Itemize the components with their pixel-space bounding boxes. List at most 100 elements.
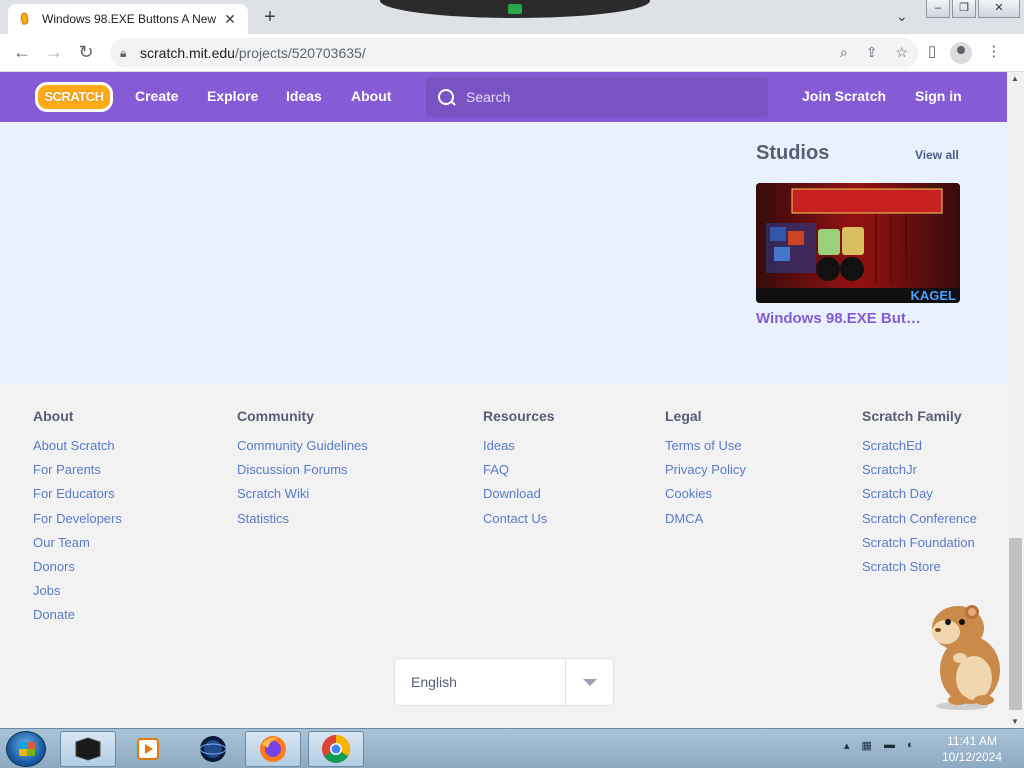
media-player-icon xyxy=(137,738,159,760)
notch-indicator-icon xyxy=(508,4,522,14)
scratch-favicon-icon xyxy=(18,12,32,26)
footer-link[interactable]: ScratchJr xyxy=(862,462,977,486)
browser-tab-bar: Windows 98.EXE Buttons A New ✕ + ⌄ – ❐ ✕ xyxy=(0,0,1024,34)
join-scratch-link[interactable]: Join Scratch xyxy=(802,88,886,104)
taskbar-app-media[interactable] xyxy=(120,731,176,767)
studios-heading: Studios xyxy=(756,142,830,164)
thumbnail-caption: KAGEL xyxy=(911,288,957,303)
footer-link[interactable]: Scratch Store xyxy=(862,559,977,583)
footer-link[interactable]: About Scratch xyxy=(33,438,122,462)
chevron-down-icon xyxy=(565,659,613,705)
footer-link[interactable]: Scratch Foundation xyxy=(862,535,977,559)
profile-avatar-icon[interactable] xyxy=(950,42,973,64)
window-controls: – ❐ ✕ xyxy=(926,0,1020,18)
side-panel-icon[interactable]: ▯ xyxy=(928,42,936,64)
maximize-button[interactable]: ❐ xyxy=(952,0,976,18)
tray-expand-icon[interactable]: ▴ xyxy=(844,739,850,752)
footer-link[interactable]: Donors xyxy=(33,559,122,583)
scrollbar-thumb[interactable] xyxy=(1009,538,1022,710)
footer-link[interactable]: Community Guidelines xyxy=(237,438,368,462)
footer-link[interactable]: Ideas xyxy=(483,438,555,462)
footer-link[interactable]: DMCA xyxy=(665,511,746,535)
url-path: /projects/520703635/ xyxy=(234,45,366,61)
browser-toolbar: ← → ↻ 🔒︎ scratch.mit.edu/projects/520703… xyxy=(0,34,1024,72)
scroll-down-icon[interactable]: ▼ xyxy=(1011,717,1019,726)
window-close-button[interactable]: ✕ xyxy=(978,0,1020,18)
footer-link[interactable]: ScratchEd xyxy=(862,438,977,462)
tab-close-icon[interactable]: ✕ xyxy=(222,11,238,28)
lock-icon: 🔒︎ xyxy=(120,45,127,60)
display-icon[interactable]: ▬ xyxy=(884,739,895,752)
hamster-mascot-image xyxy=(918,598,1010,710)
minimize-button[interactable]: – xyxy=(926,0,950,18)
nav-create[interactable]: Create xyxy=(135,88,179,104)
footer-link[interactable]: Contact Us xyxy=(483,511,555,535)
clock-date: 10/12/2024 xyxy=(942,750,1003,764)
language-value: English xyxy=(411,674,457,690)
windows-taskbar: ▴ ▦ ▬ ◐ 11:41 AM 10/12/2024 xyxy=(0,728,1024,768)
search-icon xyxy=(438,89,454,105)
site-footer: About About Scratch For Parents For Educ… xyxy=(0,384,1007,728)
footer-link[interactable]: Discussion Forums xyxy=(237,462,368,486)
address-bar[interactable]: 🔒︎ scratch.mit.edu/projects/520703635/ ⌕… xyxy=(110,38,918,68)
scratch-logo[interactable]: SCRATCH xyxy=(35,82,113,112)
volume-icon[interactable]: ◐ xyxy=(907,739,914,752)
footer-link[interactable]: Scratch Conference xyxy=(862,511,977,535)
scroll-up-icon[interactable]: ▲ xyxy=(1011,74,1019,83)
menu-kebab-icon[interactable]: ⋮ xyxy=(986,42,1001,64)
camera-notch xyxy=(380,0,650,18)
bookmark-star-icon[interactable]: ☆ xyxy=(895,44,908,61)
globe-icon xyxy=(199,736,227,762)
terminal-icon xyxy=(75,737,101,761)
footer-link[interactable]: Donate xyxy=(33,607,122,631)
footer-link[interactable]: Scratch Day xyxy=(862,486,977,510)
back-arrow-icon[interactable]: ← xyxy=(6,42,38,63)
project-page-content: Studios View all KAGEL Windows 98.EXE Bu… xyxy=(0,122,1007,384)
view-all-link[interactable]: View all xyxy=(915,148,959,162)
footer-link[interactable]: For Educators xyxy=(33,486,122,510)
taskbar-app-firefox[interactable] xyxy=(245,731,301,767)
nav-explore[interactable]: Explore xyxy=(207,88,258,104)
network-icon[interactable]: ▦ xyxy=(862,739,872,752)
forward-arrow-icon[interactable]: → xyxy=(38,42,70,63)
system-tray: ▴ ▦ ▬ ◐ xyxy=(844,739,914,752)
footer-heading: About xyxy=(33,408,74,424)
tab-search-chevron-icon[interactable]: ⌄ xyxy=(896,8,908,25)
footer-link[interactable]: Scratch Wiki xyxy=(237,486,368,510)
footer-link[interactable]: For Developers xyxy=(33,511,122,535)
omnibox-actions: ⌕ ⇪ ☆ xyxy=(840,44,908,61)
nav-ideas[interactable]: Ideas xyxy=(286,88,322,104)
footer-link[interactable]: Terms of Use xyxy=(665,438,746,462)
footer-link[interactable]: Download xyxy=(483,486,555,510)
language-select[interactable]: English xyxy=(394,658,614,706)
footer-column-scratch-family: Scratch Family ScratchEd ScratchJr Scrat… xyxy=(862,408,977,583)
footer-link[interactable]: FAQ xyxy=(483,462,555,486)
taskbar-app-globe[interactable] xyxy=(185,731,241,767)
footer-link[interactable]: Our Team xyxy=(33,535,122,559)
footer-link[interactable]: Statistics xyxy=(237,511,368,535)
studio-card-title[interactable]: Windows 98.EXE But… xyxy=(756,310,921,327)
footer-link[interactable]: Jobs xyxy=(33,583,122,607)
taskbar-clock[interactable]: 11:41 AM 10/12/2024 xyxy=(942,733,1002,765)
new-tab-button[interactable]: + xyxy=(258,6,282,30)
zoom-search-icon[interactable]: ⌕ xyxy=(840,44,848,61)
tab-title: Windows 98.EXE Buttons A New xyxy=(42,12,217,26)
search-placeholder: Search xyxy=(466,89,511,105)
reload-icon[interactable]: ↻ xyxy=(70,42,102,63)
footer-link[interactable]: Cookies xyxy=(665,486,746,510)
footer-link[interactable]: For Parents xyxy=(33,462,122,486)
footer-column-community: Community Community Guidelines Discussio… xyxy=(237,408,368,535)
footer-column-about: About About Scratch For Parents For Educ… xyxy=(33,408,122,632)
footer-heading: Community xyxy=(237,408,314,424)
studio-thumbnail[interactable]: KAGEL xyxy=(756,183,960,303)
browser-tab[interactable]: Windows 98.EXE Buttons A New ✕ xyxy=(8,4,248,34)
taskbar-app-chrome[interactable] xyxy=(308,731,364,767)
taskbar-app-terminal[interactable] xyxy=(60,731,116,767)
search-input[interactable]: Search xyxy=(426,77,768,117)
sign-in-link[interactable]: Sign in xyxy=(915,88,962,104)
footer-link[interactable]: Privacy Policy xyxy=(665,462,746,486)
chrome-icon xyxy=(322,735,350,763)
nav-about[interactable]: About xyxy=(351,88,391,104)
share-icon[interactable]: ⇪ xyxy=(866,44,878,61)
start-button[interactable] xyxy=(6,731,46,767)
